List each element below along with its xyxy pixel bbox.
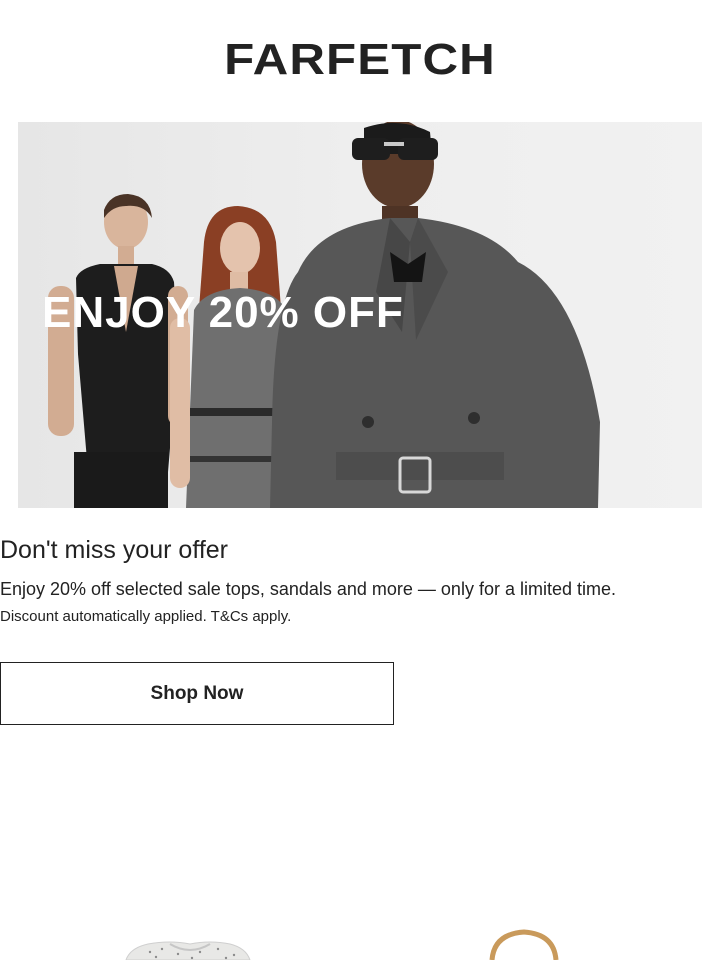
headline: Don't miss your offer (0, 536, 229, 564)
shop-now-button[interactable]: Shop Now (0, 662, 394, 725)
product-item-bag[interactable] (470, 918, 670, 960)
knit-top-image (125, 941, 251, 960)
hero-offer-text: ENJOY 20% OFF (42, 288, 404, 337)
model-left-figure (48, 194, 188, 508)
farfetch-logo[interactable]: FARFETCH (0, 30, 720, 90)
offer-description: Enjoy 20% off selected sale tops, sandal… (0, 579, 616, 599)
email-page: FARFETCH ENJOY 20% OFF Don't miss your o… (0, 0, 720, 960)
disclaimer-text: Discount automatically applied. T&Cs app… (0, 608, 292, 625)
product-item-knit-top[interactable] (100, 918, 300, 960)
bag-handle-image (489, 929, 559, 960)
hero-banner[interactable]: ENJOY 20% OFF (18, 122, 702, 508)
